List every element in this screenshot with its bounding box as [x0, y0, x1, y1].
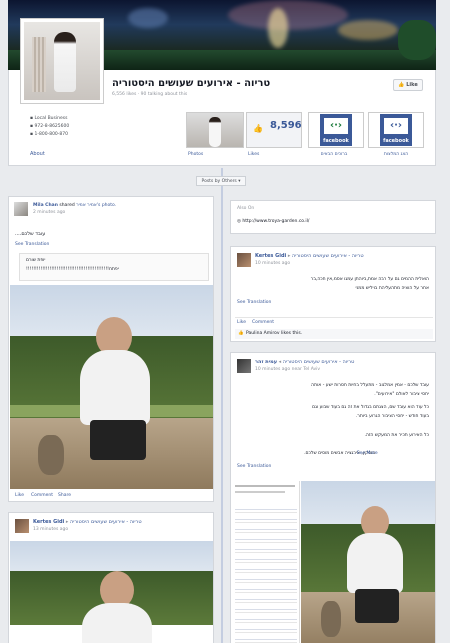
post-kertes-gidi-2: Kertes Gidi ▸ טריוה - אירועים שעושים היס…: [8, 512, 214, 643]
post-mila-chan: Mila Chan shared אמיר אמיר's photo. 2 mi…: [8, 196, 214, 502]
comment-action[interactable]: Comment: [31, 493, 53, 498]
post-timestamp[interactable]: 13 minutes ago: [33, 527, 68, 532]
also-on-box: Also On ◎ http://www.troya-garden.co.il/: [230, 200, 436, 234]
post-header: טריוה - אירועים שעושים היסטוריה ◂ עמית ז…: [255, 359, 355, 365]
post-body-line-2: יחסי ציבור לאולם "אירועים".: [374, 392, 429, 397]
profile-picture[interactable]: [20, 18, 104, 104]
photo-link[interactable]: photo.: [102, 203, 116, 208]
thumbs-up-icon-large: 👍: [253, 124, 263, 133]
post-header: Kertes Gidi ▸ טריוה - אירועים שעושים היס…: [33, 519, 142, 525]
post-timestamp[interactable]: 2 minutes ago: [33, 210, 65, 215]
about-link[interactable]: About: [30, 151, 45, 157]
like-action[interactable]: Like: [237, 320, 246, 325]
comment-action[interactable]: Comment: [252, 320, 274, 325]
comments-screenshot[interactable]: [232, 481, 300, 643]
see-translation-link[interactable]: See Translation: [237, 300, 271, 305]
post-amir: טריוה - אירועים שעושים היסטוריה ◂ עמית ז…: [230, 352, 436, 643]
like-page-button[interactable]: 👍 Like: [393, 79, 423, 91]
phone-icon-2: ▪: [30, 132, 34, 137]
avatar[interactable]: [237, 253, 251, 267]
author-link[interactable]: Mila Chan: [33, 203, 58, 208]
avatar[interactable]: [15, 519, 29, 533]
see-more-link[interactable]: ... See More: [351, 451, 378, 456]
posts-by-others-dropdown[interactable]: Posts by Others ▾: [196, 176, 246, 186]
shared-source-link[interactable]: אמיר אמיר's: [76, 203, 100, 208]
welcome-app-tile[interactable]: ‹·› facebook: [308, 112, 364, 148]
share-action[interactable]: Share: [58, 493, 71, 498]
post-body-line-3: כל עוד הוא עובד שם, הצגתם בגדול את זה גם…: [312, 405, 429, 410]
briefcase-icon: ▪: [30, 116, 34, 121]
thumbs-up-icon: 👍: [398, 82, 405, 88]
page-title: טריוה - אירועים שעושים היסטוריה: [112, 78, 271, 89]
avatar[interactable]: [14, 202, 28, 216]
post-kertes-gidi: Kertes Gidi ▸ טריוה - אירועים שעושים היס…: [230, 246, 436, 342]
post-body-line-1: הואלית ההמים גם על רבה אמת,ביוהתן עמגו א…: [310, 277, 429, 282]
likes-summary: 👍 Paulina Amirov likes this.: [235, 329, 433, 339]
globe-icon: ◎: [237, 219, 241, 224]
see-translation-link[interactable]: See Translation: [237, 464, 271, 469]
post-timestamp[interactable]: 10 minutes ago: [255, 261, 290, 266]
post-timestamp[interactable]: 10 minutes ago near Tel Aviv: [255, 367, 320, 372]
likes-count: 8,596: [270, 120, 302, 131]
post-body-line-4: בעוד חודש - יחסי הציבור הגרוע ביותר.: [355, 414, 429, 419]
page-stats: 6,556 likes · 90 talking about this: [112, 92, 188, 97]
post-photo[interactable]: [301, 481, 435, 643]
like-action[interactable]: Like: [15, 493, 24, 498]
also-on-title: Also On: [237, 206, 255, 211]
shared-quote: יופת שורם יפתח!!!!!!!!!!!!!!!!!!!!!!!!!!…: [19, 253, 209, 281]
post-body: עובד שלכם....: [15, 231, 46, 237]
post-photo[interactable]: [10, 541, 213, 643]
phone-icon: ▪: [30, 124, 34, 129]
photos-tile[interactable]: [186, 112, 244, 148]
welcome-app-label[interactable]: ברוכים הבאים: [306, 152, 362, 157]
facebook-app-icon: ‹·› facebook: [320, 114, 352, 146]
shared-photo[interactable]: [10, 285, 213, 489]
recommend-app-label[interactable]: הצג המלצות: [368, 152, 424, 157]
photos-label[interactable]: Photos: [188, 152, 203, 157]
website-link[interactable]: ◎ http://www.troya-garden.co.il/: [237, 219, 309, 224]
see-translation-link[interactable]: See Translation: [15, 242, 49, 247]
category-info: ▪ Local Business: [30, 116, 68, 121]
facebook-page: טריוה - אירועים שעושים היסטוריה 6,556 li…: [0, 0, 450, 643]
post-header: Kertes Gidi ▸ טריוה - אירועים שעושים היס…: [255, 253, 364, 259]
post-header: Mila Chan shared אמיר אמיר's photo.: [33, 203, 117, 208]
recommend-app-tile[interactable]: ‹·› facebook: [368, 112, 424, 148]
post-body-line-5: כל האירוע תכיר את המעקש הזה.: [364, 433, 429, 438]
post-body-line-2: אחר על הוציה מתהעליהת בויליש ממני: [355, 286, 429, 291]
avatar[interactable]: [237, 359, 251, 373]
thumbs-up-icon: 👍: [238, 331, 244, 336]
likes-label[interactable]: Likes: [248, 152, 259, 157]
phone-info-1: ▪ 972-8-8625600: [30, 124, 70, 129]
post-body-line-1: עובד שלכם - אמין אמלגוב - מתעלל בחיות חס…: [311, 383, 429, 388]
phone-info-2: ▪ 1-800-800-870: [30, 132, 69, 137]
timeline-spine: [221, 168, 223, 643]
facebook-app-icon-2: ‹·› facebook: [380, 114, 412, 146]
